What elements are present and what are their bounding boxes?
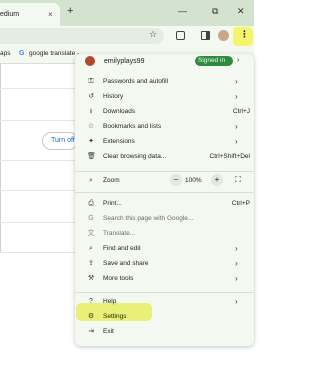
bookmark-star-icon[interactable]: ☆ xyxy=(149,29,157,40)
zoom-out-button[interactable]: − xyxy=(170,174,182,186)
chevron-right-icon: › xyxy=(235,92,238,101)
chevron-right-icon: › xyxy=(235,137,238,146)
menu-item-download[interactable]: ⭳ Downloads Ctrl+J xyxy=(75,105,254,119)
menu-item-label: Bookmarks and lists xyxy=(103,123,162,130)
restore-icon[interactable]: ⧉ xyxy=(212,6,218,17)
bookmark-item[interactable]: aps xyxy=(0,50,10,57)
menu-item-label: Translate... xyxy=(103,230,136,237)
signed-in-badge: Signed in xyxy=(195,56,233,66)
menu-item-label: Passwords and autofill xyxy=(103,78,169,85)
menu-item-label: Print... xyxy=(103,200,122,207)
chevron-right-icon: › xyxy=(235,274,238,283)
download-icon: ⭳ xyxy=(89,108,93,115)
profile-row[interactable]: emilyplays99 Signed in › xyxy=(75,54,254,68)
menu-item-find[interactable]: ⌕ Find and edit › xyxy=(75,242,254,256)
minimize-icon[interactable]: — xyxy=(178,6,187,16)
divider xyxy=(0,160,75,161)
kebab-menu-icon[interactable]: ⋮ xyxy=(240,29,249,40)
divider xyxy=(75,192,254,193)
chevron-right-icon: › xyxy=(237,57,240,64)
menu-item-star[interactable]: ☆ Bookmarks and lists › xyxy=(75,120,254,134)
google-icon: G xyxy=(88,215,94,222)
divider xyxy=(0,222,75,223)
tab-close-icon[interactable]: × xyxy=(48,10,53,19)
trash-icon: 🗑 xyxy=(87,153,96,160)
turn-off-button[interactable]: Turn off xyxy=(42,132,78,150)
puzzle-icon: ✦ xyxy=(88,138,94,145)
profile-name: emilyplays99 xyxy=(104,58,145,65)
zoom-value: 100% xyxy=(185,177,202,184)
menu-item-share[interactable]: ⇪ Save and share › xyxy=(75,257,254,271)
menu-item-translate[interactable]: 文 Translate... xyxy=(75,227,254,241)
page-border xyxy=(0,63,1,253)
menu-item-label: Search this page with Google... xyxy=(103,215,194,222)
active-tab[interactable]: edium × xyxy=(0,3,60,26)
zoom-icon: ⌕ xyxy=(89,177,93,184)
chevron-right-icon: › xyxy=(235,259,238,268)
exit-icon: ⇥ xyxy=(88,328,94,335)
tab-title: edium xyxy=(0,11,20,18)
address-bar[interactable] xyxy=(0,28,164,44)
menu-item-puzzle[interactable]: ✦ Extensions › xyxy=(75,135,254,149)
divider xyxy=(0,252,75,253)
divider xyxy=(0,190,75,191)
star-icon: ☆ xyxy=(87,123,95,130)
menu-item-google[interactable]: G Search this page with Google... xyxy=(75,212,254,226)
side-panel-icon[interactable] xyxy=(201,31,210,40)
menu-item-trash[interactable]: 🗑 Clear browsing data... Ctrl+Shift+Del xyxy=(75,150,254,164)
menu-item-label: History xyxy=(103,93,124,100)
history-icon: ↺ xyxy=(88,93,94,100)
tools-icon: ⚒ xyxy=(87,275,95,282)
new-tab-icon[interactable]: + xyxy=(67,5,73,17)
divider xyxy=(0,88,75,89)
google-icon: G xyxy=(19,50,25,57)
menu-item-print[interactable]: ⎙ Print... Ctrl+P xyxy=(75,197,254,211)
divider xyxy=(75,171,254,172)
divider xyxy=(75,292,254,293)
print-icon: ⎙ xyxy=(88,200,94,207)
chevron-right-icon: › xyxy=(235,122,238,131)
extensions-icon[interactable] xyxy=(176,31,185,40)
chevron-right-icon: › xyxy=(235,297,238,306)
window-close-icon[interactable]: ✕ xyxy=(237,6,245,17)
shortcut-label: Ctrl+Shift+Del xyxy=(209,153,250,160)
zoom-in-button[interactable]: + xyxy=(211,174,223,186)
menu-item-label: Clear browsing data... xyxy=(103,153,167,160)
profile-avatar[interactable] xyxy=(218,30,229,41)
translate-icon: 文 xyxy=(87,230,95,237)
shortcut-label: Ctrl+P xyxy=(231,200,250,207)
profile-avatar xyxy=(85,56,95,66)
menu-item-exit[interactable]: ⇥ Exit xyxy=(75,325,254,339)
toolbar: ☆ ⋮ xyxy=(0,26,254,47)
divider xyxy=(0,120,75,121)
zoom-label: Zoom xyxy=(103,177,120,184)
bookmark-item[interactable]: google translate - xyxy=(29,50,79,57)
shortcut-label: Ctrl+J xyxy=(232,108,250,115)
menu-item-label: More tools xyxy=(103,275,134,282)
fullscreen-icon[interactable]: ⛶ xyxy=(232,174,244,186)
chevron-right-icon: › xyxy=(235,77,238,86)
menu-item-label: Downloads xyxy=(103,108,136,115)
menu-item-history[interactable]: ↺ History › xyxy=(75,90,254,104)
zoom-row: ⌕ Zoom − 100% + ⛶ xyxy=(75,174,254,188)
menu-item-label: Extensions xyxy=(103,138,135,145)
menu-item-key[interactable]: ⚿ Passwords and autofill › xyxy=(75,75,254,89)
menu-item-label: Save and share xyxy=(103,260,149,267)
find-icon: ⌕ xyxy=(89,245,93,252)
tab-strip: edium × + — ⧉ ✕ xyxy=(0,0,254,26)
key-icon: ⚿ xyxy=(88,78,94,85)
share-icon: ⇪ xyxy=(88,260,94,267)
chevron-right-icon: › xyxy=(235,244,238,253)
settings-highlight xyxy=(76,303,152,321)
menu-item-label: Exit xyxy=(103,328,114,335)
menu-item-tools[interactable]: ⚒ More tools › xyxy=(75,272,254,286)
menu-item-label: Find and edit xyxy=(103,245,141,252)
